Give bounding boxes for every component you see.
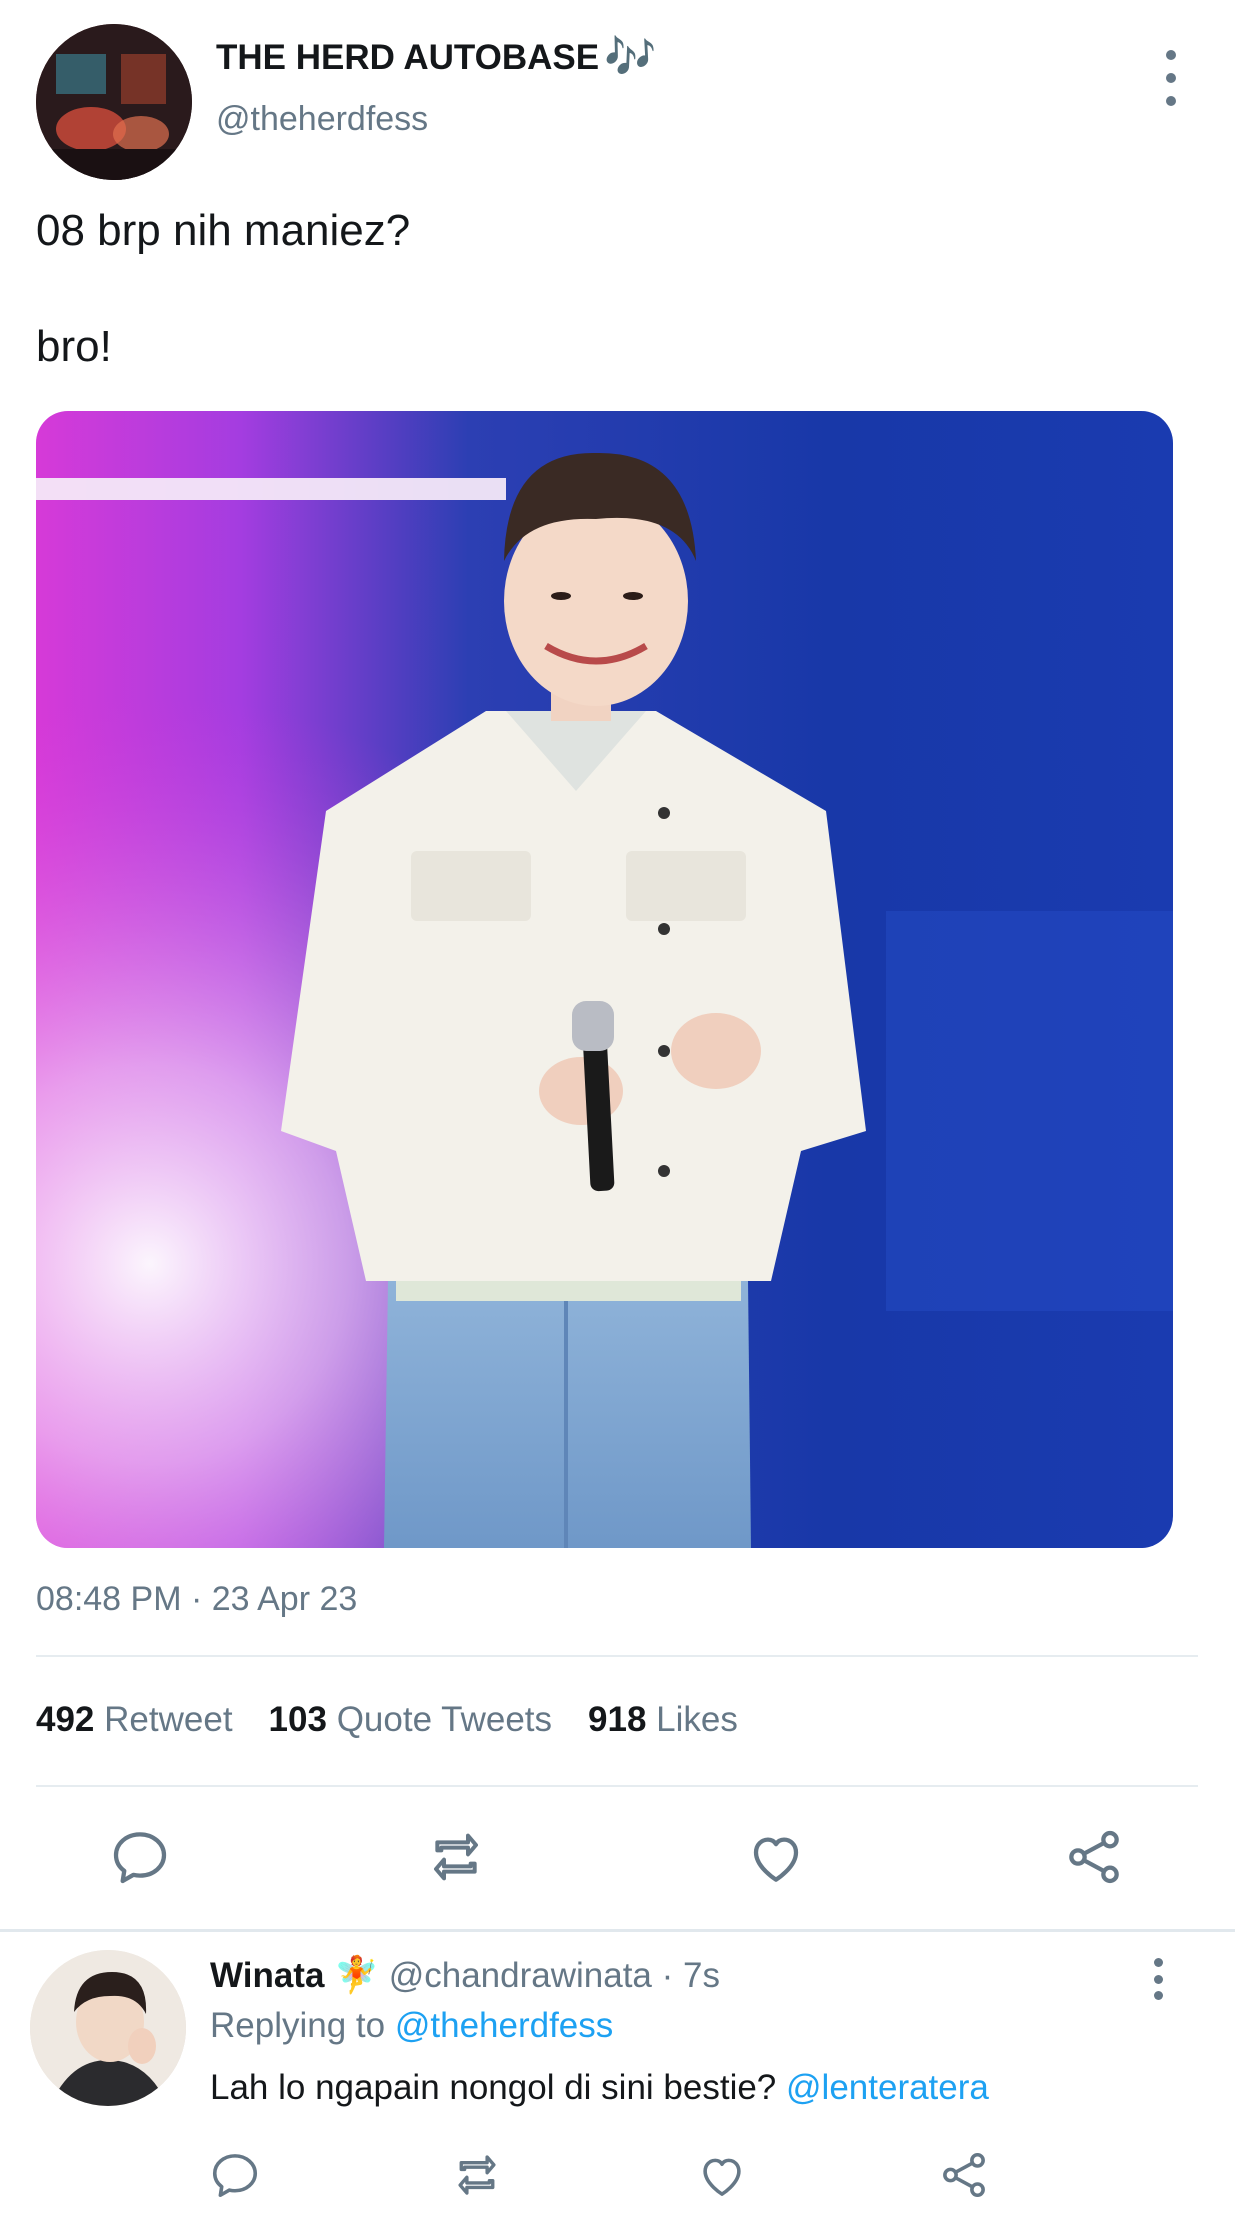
- author-display-name[interactable]: THE HERD AUTOBASE: [216, 38, 599, 78]
- reply-author-handle[interactable]: @chandrawinata: [389, 1956, 652, 1995]
- likes-label: Likes: [656, 1700, 738, 1739]
- author-avatar[interactable]: [36, 24, 192, 180]
- like-icon: [703, 2158, 741, 2196]
- reply-author-avatar[interactable]: [30, 1950, 186, 2106]
- tweet-text-line-1: 08 brp nih maniez?: [36, 206, 411, 255]
- reply-reply-button[interactable]: [208, 2148, 262, 2207]
- tweet-timestamp[interactable]: 08:48 PM · 23 Apr 23: [36, 1580, 357, 1619]
- reply-header: Winata 🧚 @chandrawinata · 7s: [210, 1954, 720, 1996]
- likes-stat[interactable]: 918 Likes: [588, 1700, 738, 1739]
- share-button[interactable]: [1062, 1825, 1126, 1894]
- retweet-icon: [458, 2155, 496, 2195]
- section-divider: [0, 1929, 1235, 1932]
- share-icon: [1069, 1830, 1119, 1884]
- quotes-stat[interactable]: 103 Quote Tweets: [269, 1700, 552, 1739]
- likes-count: 918: [588, 1700, 647, 1739]
- avatar-image: [36, 24, 192, 180]
- divider: [36, 1785, 1198, 1787]
- retweet-button[interactable]: [424, 1825, 488, 1894]
- music-notes-emoji: 🎶: [604, 32, 657, 81]
- replying-to-mention[interactable]: @theherdfess: [395, 2006, 613, 2045]
- concert-photo: [36, 411, 1173, 1548]
- quotes-label: Quote Tweets: [336, 1700, 553, 1739]
- reply-time: · 7s: [661, 1956, 720, 1995]
- retweets-stat[interactable]: 492 Retweet: [36, 1700, 233, 1739]
- retweet-icon: [434, 1833, 478, 1881]
- tweet-media-image[interactable]: [36, 411, 1173, 1548]
- reply-button[interactable]: [108, 1825, 172, 1894]
- tweet-text-line-2: bro!: [36, 322, 112, 371]
- like-button[interactable]: [744, 1825, 808, 1894]
- reply-retweet-button[interactable]: [450, 2148, 504, 2207]
- more-options-icon[interactable]: [1150, 50, 1192, 106]
- engagement-stats: 492 Retweet 103 Quote Tweets 918 Likes: [36, 1700, 738, 1740]
- reply-like-button[interactable]: [695, 2148, 749, 2207]
- reply-icon: [212, 2154, 258, 2198]
- reply-text: Lah lo ngapain nongol di sini bestie? @l…: [210, 2068, 989, 2108]
- retweets-count: 492: [36, 1700, 95, 1739]
- quotes-count: 103: [268, 1700, 327, 1739]
- replying-to-label: Replying to: [210, 2006, 386, 2045]
- reply-text-body: Lah lo ngapain nongol di sini bestie?: [210, 2068, 777, 2107]
- reply-avatar-image: [30, 1950, 186, 2106]
- fairy-emoji: 🧚: [334, 1955, 379, 1996]
- share-icon: [943, 2152, 985, 2198]
- reply-more-options-icon[interactable]: [1140, 1958, 1176, 2000]
- reply-author-name[interactable]: Winata: [210, 1956, 324, 1995]
- reply-share-button[interactable]: [937, 2148, 991, 2207]
- reply-icon: [113, 1832, 167, 1884]
- reply-text-mention[interactable]: @lenteratera: [786, 2068, 989, 2107]
- like-icon: [753, 1837, 799, 1882]
- divider: [36, 1655, 1198, 1657]
- author-handle[interactable]: @theherdfess: [216, 100, 428, 139]
- replying-to-line: Replying to @theherdfess: [210, 2006, 613, 2046]
- retweets-label: Retweet: [104, 1700, 233, 1739]
